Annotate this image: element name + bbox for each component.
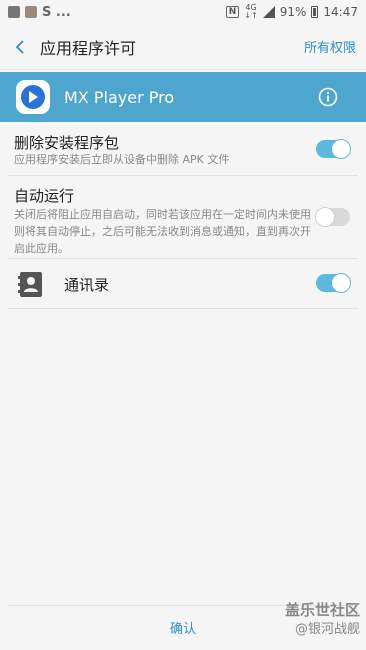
battery-percent: 91% (279, 5, 307, 19)
network-arrows: ↓↑ (244, 11, 258, 20)
toggle-knob (315, 207, 335, 227)
permission-row-autorun[interactable]: 自动运行 关闭后将阻止应用自启动，同时若该应用在一定时间内未使用则将其自动停止，… (8, 176, 358, 259)
contacts-icon (18, 272, 42, 297)
notification-text: S ... (42, 4, 71, 20)
permission-title: 通讯录 (64, 276, 110, 294)
status-time: 14:47 (323, 5, 358, 19)
info-icon[interactable] (318, 87, 338, 107)
page-title: 应用程序许可 (40, 38, 137, 58)
app-header: 应用程序许可 所有权限 (0, 24, 366, 70)
toggle-knob (331, 139, 351, 159)
chevron-left-icon (15, 39, 24, 54)
watermark: 盖乐世社区 @银河战舰 (285, 600, 360, 640)
nfc-icon: N (225, 6, 240, 18)
back-button[interactable] (0, 24, 40, 70)
toggle-knob (331, 273, 351, 293)
watermark-line1: 盖乐世社区 (284, 601, 360, 619)
permission-title: 自动运行 (14, 187, 75, 205)
status-notifications: S ... (8, 5, 71, 20)
delete-apk-toggle[interactable] (316, 139, 351, 159)
contacts-toggle[interactable] (316, 273, 351, 293)
signal-icon (262, 6, 275, 18)
permission-description: 关闭后将阻止应用自启动，同时若该应用在一定时间内未使用则将其自动停止，之后可能无… (14, 208, 311, 255)
battery-icon (311, 6, 319, 18)
app-info-bar: MX Player Pro (0, 72, 366, 122)
notification-icon (25, 6, 37, 18)
all-permissions-button[interactable]: 所有权限 (304, 37, 356, 56)
network-indicator: 4G ↓↑ (244, 4, 257, 20)
autorun-toggle[interactable] (315, 207, 350, 227)
notification-icon (8, 6, 20, 18)
permission-description: 应用程序安装后立即从设备中删除 APK 文件 (14, 153, 230, 166)
permission-row-delete-apk[interactable]: 删除安装程序包 应用程序安装后立即从设备中删除 APK 文件 (8, 124, 358, 176)
play-icon (21, 85, 45, 109)
status-indicators: N 4G ↓↑ 91% 14:47 (225, 4, 358, 20)
watermark-line2: @银河战舰 (294, 622, 360, 637)
app-name: MX Player Pro (64, 87, 175, 107)
status-bar: S ... N 4G ↓↑ 91% 14:47 (0, 0, 366, 24)
permission-title: 删除安装程序包 (14, 134, 120, 152)
app-icon (16, 80, 50, 114)
permission-row-contacts[interactable]: 通讯录 (8, 259, 358, 309)
